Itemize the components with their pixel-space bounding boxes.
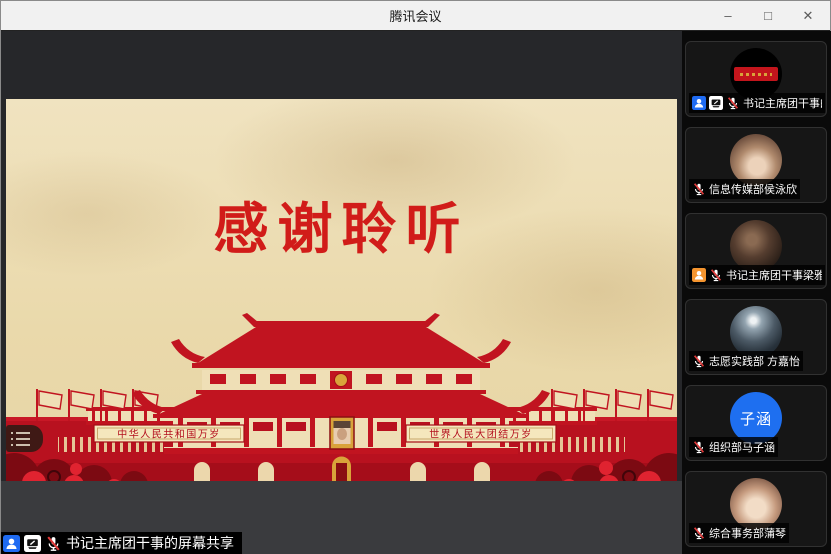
- shared-slide: 感谢聆听: [6, 99, 677, 481]
- participant-tile[interactable]: 综合事务部蒲琴: [685, 471, 827, 547]
- close-button[interactable]: ✕: [788, 1, 828, 30]
- participant-name: 书记主席团干事梁雅诗: [726, 267, 822, 283]
- member-badge-blue-icon: [3, 535, 20, 552]
- meeting-content: 感谢聆听: [1, 31, 831, 554]
- screen-share-icon: [709, 96, 723, 110]
- maximize-button[interactable]: □: [748, 1, 788, 30]
- banner-right: 世界人民大团结万岁: [406, 425, 556, 442]
- participants-sidebar: 书记主席团干事的屏 信息传媒部侯泳欣: [682, 31, 831, 554]
- participant-name: 组织部马子涵: [709, 439, 775, 455]
- mic-muted-icon: [45, 535, 62, 552]
- participant-name: 书记主席团干事的屏: [743, 95, 822, 111]
- participant-tile[interactable]: 书记主席团干事梁雅诗: [685, 213, 827, 289]
- avatar-initials: 子涵: [740, 408, 772, 429]
- participant-label: 志愿实践部 方嘉怡: [689, 351, 803, 371]
- slide-title: 感谢聆听: [6, 199, 677, 261]
- mic-muted-icon: [692, 526, 706, 540]
- member-badge-orange-icon: [692, 268, 706, 282]
- participant-label: 综合事务部蒲琴: [689, 523, 789, 543]
- window-controls: – □ ✕: [708, 1, 828, 30]
- participant-tile[interactable]: 书记主席团干事的屏: [685, 41, 827, 117]
- participant-label: 书记主席团干事梁雅诗: [689, 265, 825, 285]
- banner-left: 中华人民共和国万岁: [94, 425, 244, 442]
- banner-left-text: 中华人民共和国万岁: [117, 428, 221, 441]
- participant-name: 志愿实践部 方嘉怡: [709, 353, 800, 369]
- screen-share-label-text: 书记主席团干事的屏幕共享: [66, 533, 234, 553]
- mic-muted-icon: [692, 354, 706, 368]
- banner-right-text: 世界人民大团结万岁: [429, 428, 533, 441]
- minimize-button[interactable]: –: [708, 1, 748, 30]
- presentation-menu-button[interactable]: [6, 425, 43, 452]
- window-title: 腾讯会议: [389, 6, 441, 25]
- participant-label: 信息传媒部侯泳欣: [689, 179, 800, 199]
- screen-share-icon: [24, 535, 41, 552]
- participant-tile[interactable]: 子涵 组织部马子涵: [685, 385, 827, 461]
- titlebar: 腾讯会议 – □ ✕: [1, 1, 830, 31]
- participant-label: 书记主席团干事的屏: [689, 93, 825, 113]
- participant-label: 组织部马子涵: [689, 437, 778, 457]
- menu-line-icon: [16, 432, 30, 434]
- participant-tile[interactable]: 信息传媒部侯泳欣: [685, 127, 827, 203]
- mic-muted-icon: [726, 96, 740, 110]
- mic-muted-icon: [692, 440, 706, 454]
- member-badge-blue-icon: [692, 96, 706, 110]
- participant-name: 信息传媒部侯泳欣: [709, 181, 797, 197]
- menu-line-icon: [16, 444, 30, 446]
- gate-portrait: [330, 417, 354, 449]
- tencent-meeting-window: 腾讯会议 – □ ✕ 感谢聆听: [0, 0, 831, 554]
- shared-screen-area: 感谢聆听: [1, 31, 682, 554]
- mic-muted-icon: [692, 182, 706, 196]
- screen-share-label: 书记主席团干事的屏幕共享: [1, 532, 242, 554]
- menu-line-icon: [16, 438, 30, 440]
- mic-muted-icon: [709, 268, 723, 282]
- tiananmen-illustration: 中华人民共和国万岁 世界人民大团结万岁: [6, 311, 677, 481]
- participant-name: 综合事务部蒲琴: [709, 525, 786, 541]
- participant-tile[interactable]: 志愿实践部 方嘉怡: [685, 299, 827, 375]
